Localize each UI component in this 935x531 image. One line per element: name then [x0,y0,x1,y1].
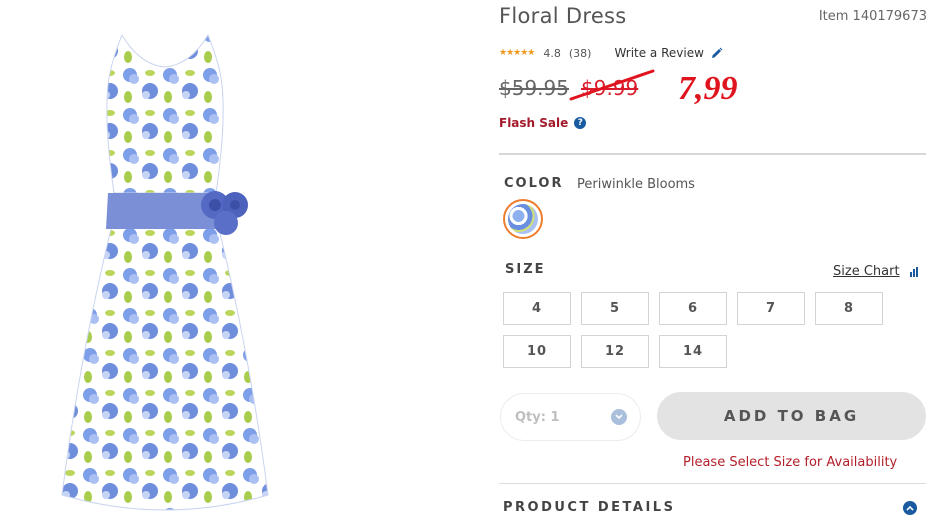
original-price: $59.95 [499,76,569,100]
size-option-4[interactable]: 4 [503,292,571,325]
size-option-14[interactable]: 14 [659,335,727,368]
pencil-icon [711,47,723,58]
size-option-5[interactable]: 5 [581,292,649,325]
divider [499,153,926,155]
quantity-select[interactable]: Qty: 1 [500,393,641,441]
rating-row: ★★★★★ 4.8 (38) Write a Review [499,46,723,60]
add-to-bag-button[interactable]: ADD TO BAG [657,392,926,440]
floral-swatch-icon [508,204,538,234]
size-option-10[interactable]: 10 [503,335,571,368]
quantity-value: Qty: 1 [515,409,560,425]
rating-count[interactable]: (38) [569,47,592,60]
item-number: Item 140179673 [818,9,927,24]
color-value: Periwinkle Blooms [577,177,695,192]
color-label: COLOR [504,176,564,191]
size-option-7[interactable]: 7 [737,292,805,325]
chevron-up-icon[interactable] [903,501,917,515]
size-option-12[interactable]: 12 [581,335,649,368]
write-review-link[interactable]: Write a Review [614,46,723,60]
bar-chart-icon [909,266,918,277]
size-chart-label: Size Chart [833,264,900,279]
price-slash-mark [569,69,655,101]
product-image [61,33,269,511]
handwritten-new-price: 7,99 [678,70,738,107]
flash-sale-label: Flash Sale [499,116,569,130]
divider [499,483,926,484]
availability-message: Please Select Size for Availability [683,455,898,470]
product-details-heading[interactable]: PRODUCT DETAILS [503,500,675,515]
color-swatch[interactable] [503,199,543,239]
chevron-down-icon [611,409,627,425]
write-review-label: Write a Review [614,46,704,60]
rating-value: 4.8 [543,46,561,60]
size-chart-link[interactable]: Size Chart [833,264,918,279]
size-option-6[interactable]: 6 [659,292,727,325]
flash-sale: Flash Sale ? [499,116,587,130]
size-label: SIZE [505,262,546,277]
product-title: Floral Dress [499,4,627,28]
star-rating-icon: ★★★★★ [499,48,535,58]
size-option-8[interactable]: 8 [815,292,883,325]
help-icon[interactable]: ? [574,117,587,129]
